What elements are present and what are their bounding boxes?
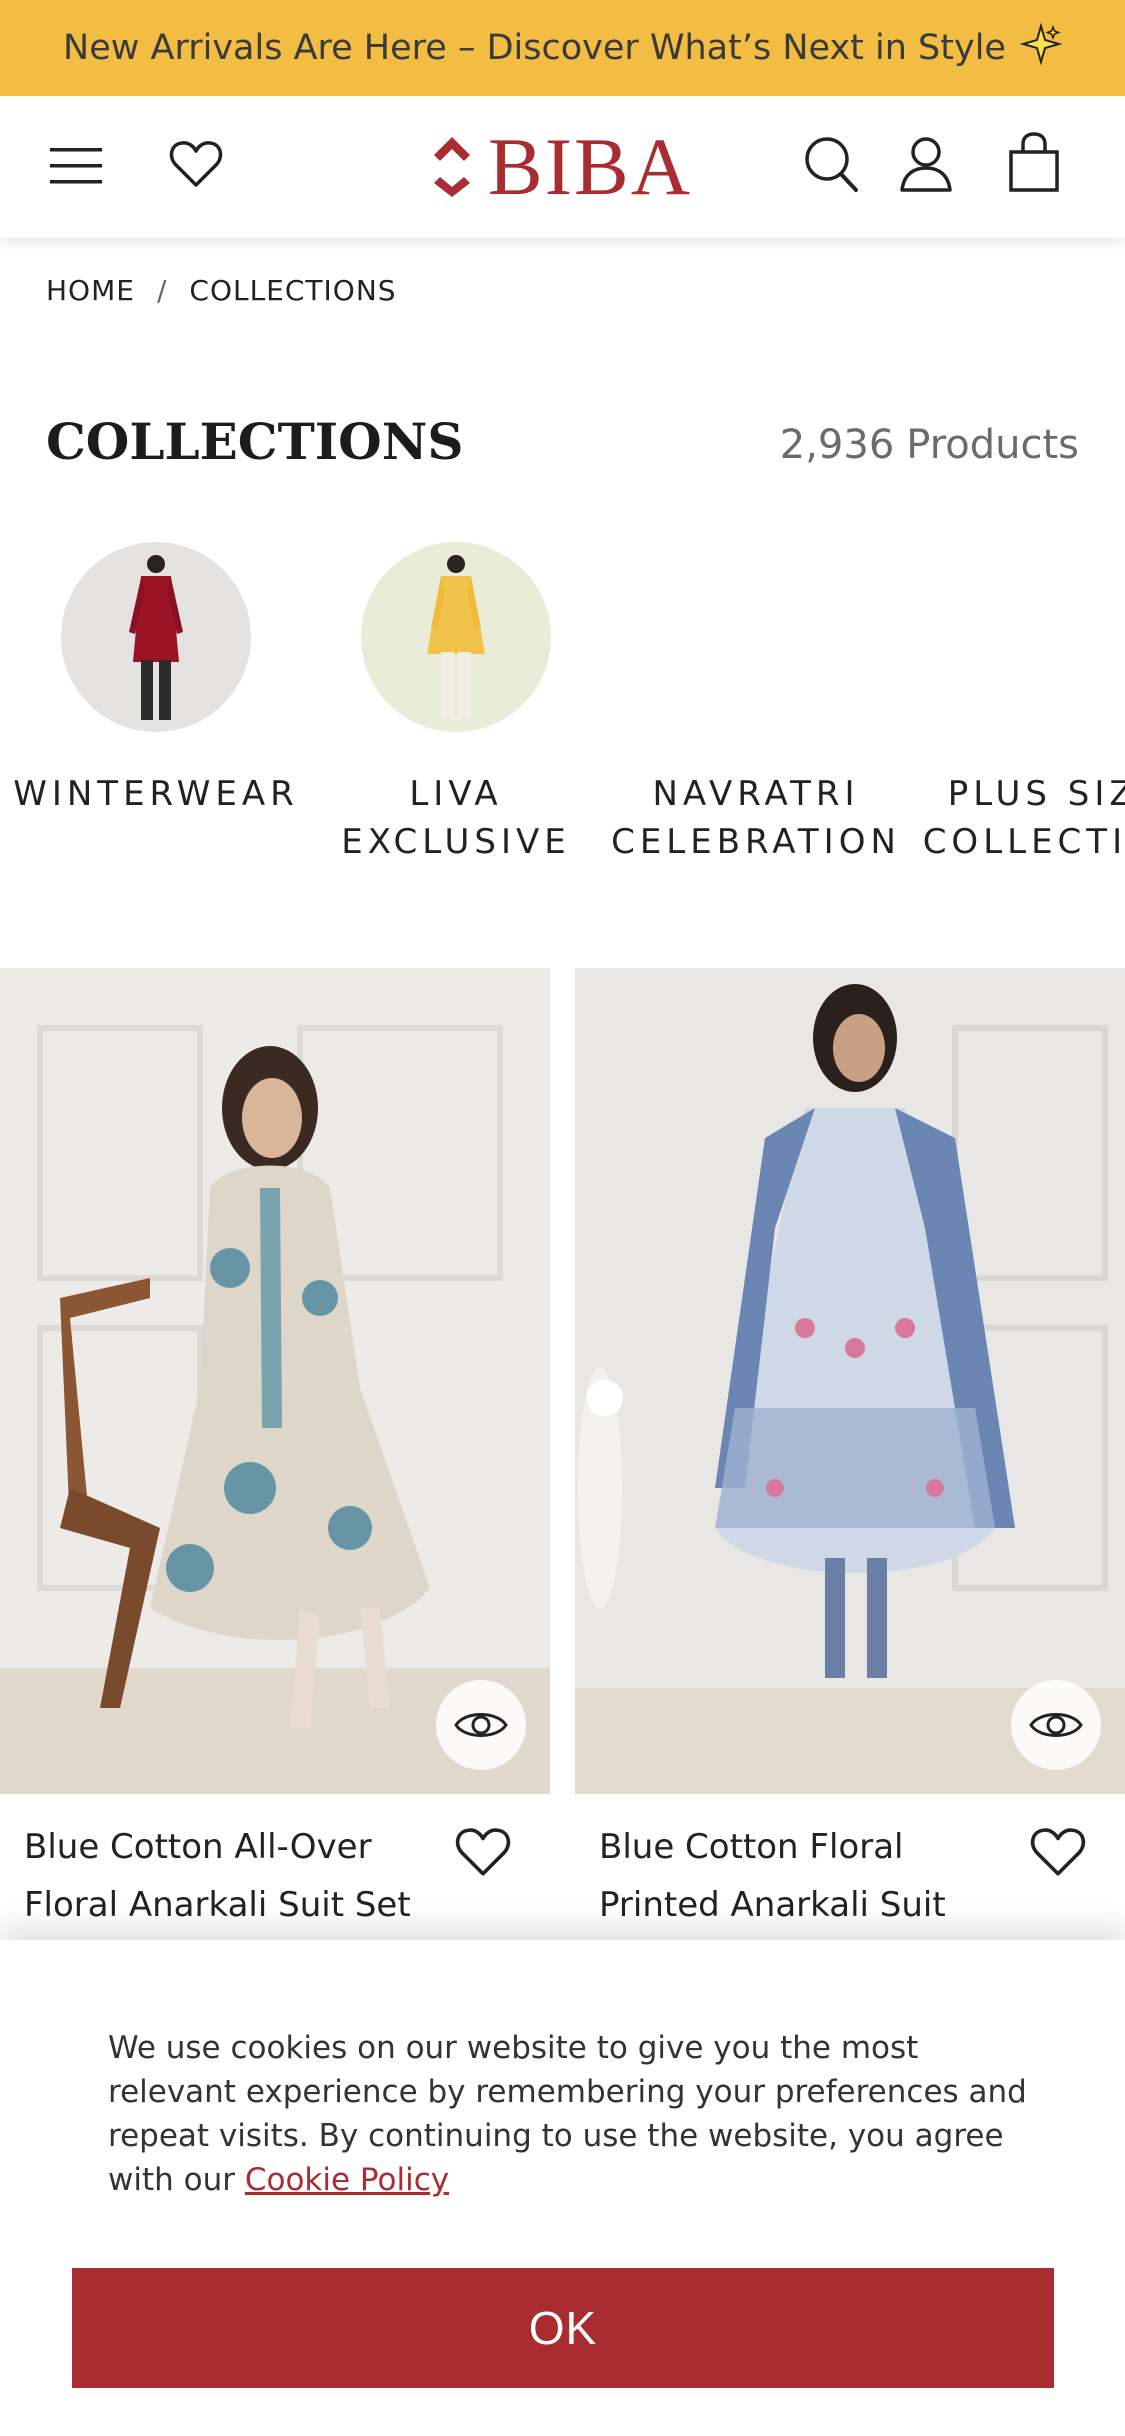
product-count: 2,936 Products <box>780 422 1079 468</box>
category-navratri-celebration[interactable]: NAVRATRI CELEBRATION <box>606 540 906 866</box>
category-label: NAVRATRI CELEBRATION <box>611 774 901 862</box>
category-liva-exclusive[interactable]: LIVA EXCLUSIVE <box>306 540 606 866</box>
eye-icon <box>1029 1713 1083 1737</box>
search-icon[interactable] <box>800 132 862 196</box>
quick-view-button[interactable] <box>1011 1680 1101 1770</box>
site-header: BIBA <box>0 96 1125 238</box>
heart-icon[interactable] <box>166 136 226 192</box>
eye-icon <box>454 1713 508 1737</box>
category-image-liva-exclusive <box>361 542 551 732</box>
category-label: PLUS SIZE COLLECTION <box>922 774 1125 862</box>
logo-mark-icon <box>434 137 470 197</box>
announcement-text: New Arrivals Are Here – Discover What’s … <box>63 28 1006 68</box>
category-label: WINTERWEAR <box>13 774 299 814</box>
breadcrumb-current: COLLECTIONS <box>189 274 397 307</box>
page-title: COLLECTIONS <box>46 412 464 471</box>
shopping-bag-icon[interactable] <box>1004 130 1064 196</box>
product-name[interactable]: Blue Cotton Floral Printed Anarkali Suit <box>599 1818 1019 1934</box>
category-plus-size-collection[interactable]: PLUS SIZE COLLECTION <box>906 540 1125 866</box>
brand-logo[interactable]: BIBA <box>430 124 692 210</box>
category-image-winterwear <box>61 542 251 732</box>
product-card[interactable]: Blue Cotton Floral Printed Anarkali Suit <box>575 968 1125 1925</box>
cookie-banner: We use cookies on our website to give yo… <box>0 1940 1125 2436</box>
user-icon[interactable] <box>896 132 956 196</box>
breadcrumb-home[interactable]: HOME <box>46 274 135 307</box>
product-name[interactable]: Blue Cotton All-Over Floral Anarkali Sui… <box>24 1818 444 1934</box>
wishlist-heart-icon[interactable] <box>454 1826 514 1882</box>
quick-view-button[interactable] <box>436 1680 526 1770</box>
breadcrumb-separator: / <box>156 274 168 307</box>
product-count-label: Products <box>906 422 1079 468</box>
product-count-value: 2,936 <box>779 422 895 468</box>
product-image[interactable] <box>575 968 1125 1794</box>
category-label: LIVA EXCLUSIVE <box>341 774 571 862</box>
wishlist-heart-icon[interactable] <box>1029 1826 1089 1882</box>
logo-text: BIBA <box>488 121 692 212</box>
sparkle-icon <box>1019 21 1063 74</box>
cookie-ok-button[interactable]: OK <box>72 2268 1054 2388</box>
product-card[interactable]: Blue Cotton All-Over Floral Anarkali Sui… <box>0 968 550 1925</box>
category-winterwear[interactable]: WINTERWEAR <box>6 540 306 818</box>
cookie-message: We use cookies on our website to give yo… <box>108 2026 1048 2202</box>
breadcrumb: HOME / COLLECTIONS <box>46 274 397 307</box>
announcement-bar[interactable]: New Arrivals Are Here – Discover What’s … <box>0 0 1125 96</box>
hamburger-menu-icon[interactable] <box>46 140 106 192</box>
product-image[interactable] <box>0 968 550 1794</box>
category-carousel[interactable]: WINTERWEAR LIVA EXCLUSIVE NAVRATRI CELEB… <box>0 540 1125 870</box>
cookie-policy-link[interactable]: Cookie Policy <box>245 2162 449 2198</box>
